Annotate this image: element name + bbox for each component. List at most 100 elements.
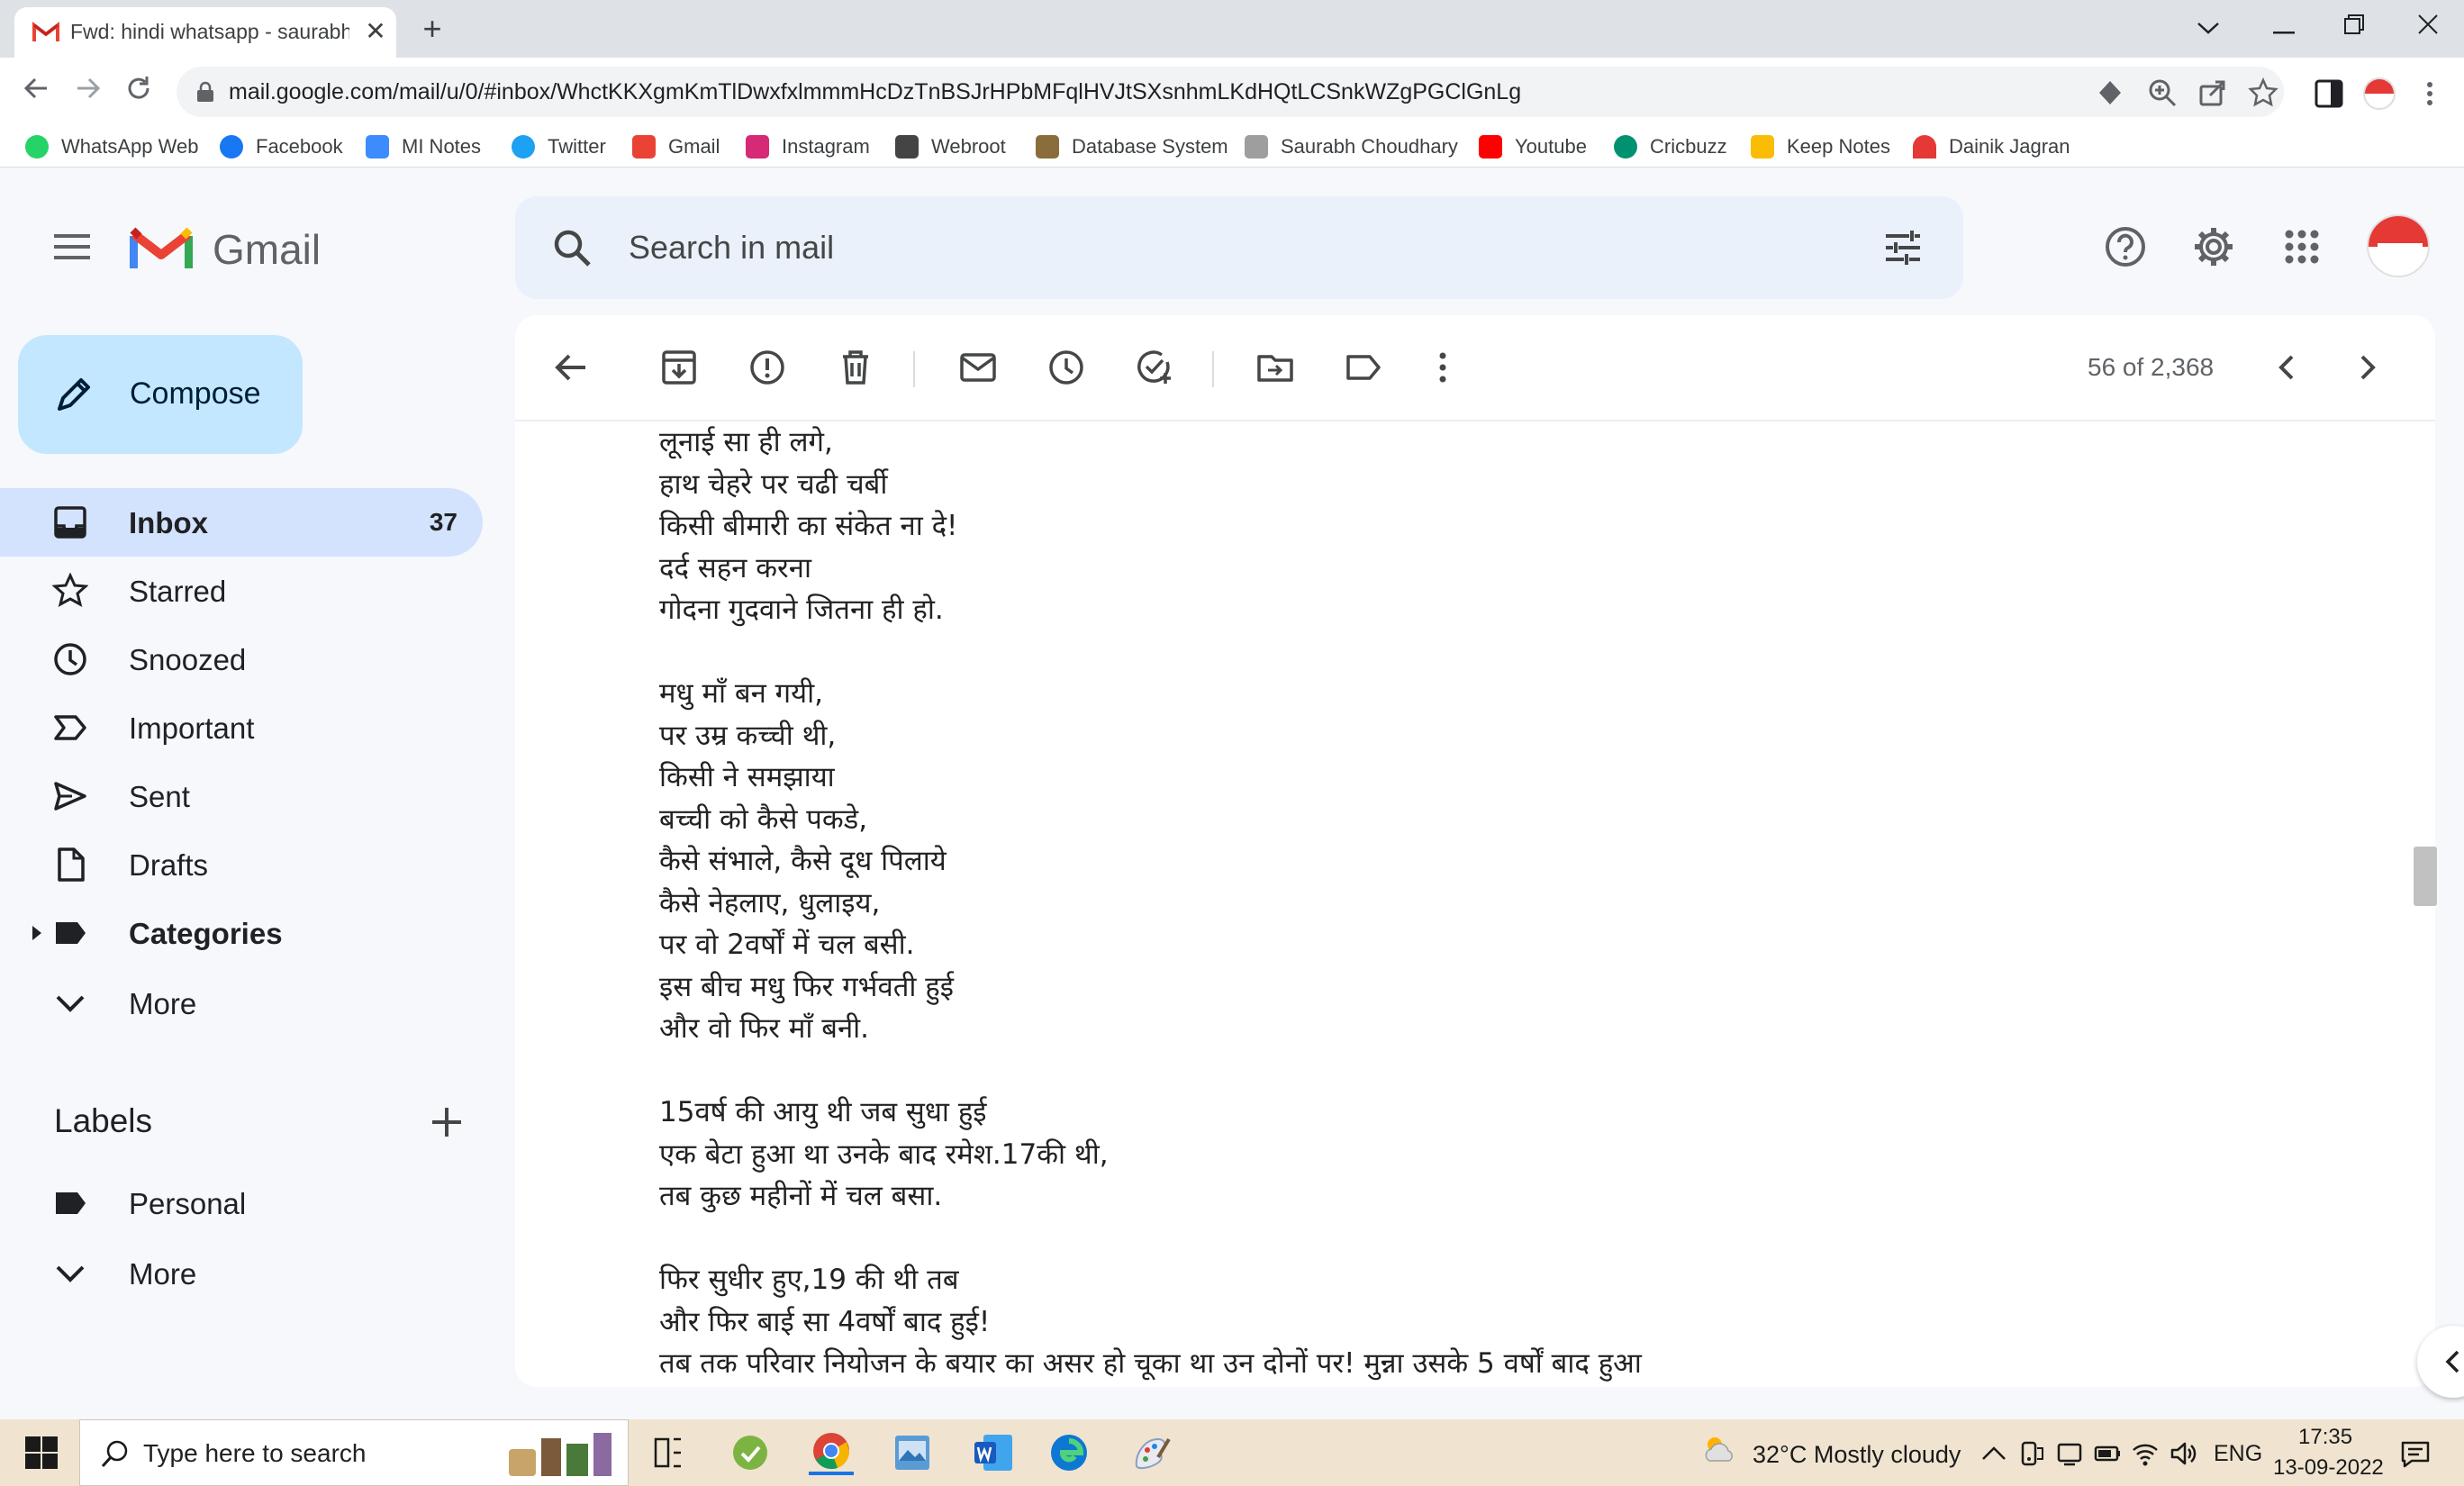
add-to-tasks-icon[interactable]: [1135, 348, 1174, 387]
nav-drafts[interactable]: Drafts: [0, 830, 483, 899]
older-chevron-icon[interactable]: [2347, 348, 2387, 387]
nav-sent[interactable]: Sent: [0, 762, 483, 830]
label-as-icon[interactable]: [1344, 348, 1383, 387]
input-language[interactable]: ENG: [2214, 1441, 2262, 1467]
email-line: और फिर बाई सा 4वर्षों बाद हुई!: [659, 1305, 991, 1338]
nav-snoozed[interactable]: Snoozed: [0, 625, 483, 693]
expand-arrow-icon[interactable]: [31, 924, 43, 942]
bookmark-gmail[interactable]: Gmail: [632, 131, 720, 162]
gmail-logo-icon[interactable]: [130, 223, 193, 272]
mail-search-bar[interactable]: Search in mail: [515, 196, 1963, 299]
draft-icon: [58, 847, 85, 882]
tab-search-chevron-icon[interactable]: [2183, 7, 2233, 47]
gmail-icon: [632, 135, 656, 159]
nav-categories[interactable]: Categories: [0, 899, 483, 967]
site-shield-icon[interactable]: [2095, 77, 2125, 108]
side-panel-icon[interactable]: [2313, 77, 2345, 110]
minimize-icon[interactable]: [2259, 7, 2309, 47]
back-to-inbox-icon[interactable]: [551, 348, 591, 387]
device-icon[interactable]: [2055, 1439, 2084, 1468]
report-spam-icon[interactable]: [747, 348, 787, 387]
bookmark-cricbuzz[interactable]: Cricbuzz: [1614, 131, 1727, 162]
bookmark-youtube[interactable]: Youtube: [1479, 131, 1587, 162]
bookmark-webroot[interactable]: Webroot: [895, 131, 1006, 162]
more-options-icon[interactable]: [1423, 348, 1463, 387]
delete-icon[interactable]: [836, 348, 875, 387]
windows-start-icon[interactable]: [23, 1435, 59, 1471]
bookmark-whatsapp-web[interactable]: WhatsApp Web: [25, 131, 198, 162]
bookmark-instagram[interactable]: Instagram: [746, 131, 870, 162]
scrollbar-thumb[interactable]: [2414, 847, 2437, 906]
snooze-icon[interactable]: [1046, 348, 1086, 387]
new-tab-button[interactable]: +: [414, 11, 450, 47]
tasks-app-icon[interactable]: [728, 1430, 773, 1475]
bookmark-twitter[interactable]: Twitter: [512, 131, 606, 162]
profile-avatar-small[interactable]: [2363, 77, 2396, 110]
show-hidden-icons-chevron-icon[interactable]: [1979, 1439, 2008, 1468]
search-input[interactable]: Search in mail: [629, 229, 834, 267]
word-app-icon[interactable]: [971, 1430, 1016, 1475]
nav-label: Categories: [129, 917, 283, 950]
bookmark-keep-notes[interactable]: Keep Notes: [1751, 131, 1890, 162]
bookmark-facebook[interactable]: Facebook: [220, 131, 343, 162]
gmail-wordmark: Gmail: [213, 226, 322, 273]
task-view-icon[interactable]: [647, 1430, 692, 1475]
email-line: फिर सुधीर हुए,19 की थी तब: [659, 1264, 959, 1296]
archive-icon[interactable]: [659, 348, 699, 387]
weather-text[interactable]: 32°C Mostly cloudy: [1753, 1441, 1961, 1469]
email-line: लूनाई सा ही लगे,: [659, 426, 833, 458]
bookmark-database-system[interactable]: Database System: [1036, 131, 1228, 162]
photos-app-icon[interactable]: [890, 1430, 935, 1475]
labels-more[interactable]: More: [0, 1239, 483, 1308]
restore-icon[interactable]: [2329, 7, 2379, 47]
address-bar[interactable]: mail.google.com/mail/u/0/#inbox/WhctKKXg…: [177, 67, 2284, 117]
bookmark-saurabh-choudhary[interactable]: Saurabh Choudhary: [1245, 131, 1458, 162]
help-icon[interactable]: [2104, 225, 2147, 268]
back-icon[interactable]: [18, 74, 54, 110]
account-avatar[interactable]: [2367, 214, 2430, 277]
clock-date[interactable]: 13-09-2022: [2273, 1455, 2384, 1481]
add-label-icon[interactable]: [427, 1102, 467, 1142]
nav-label: More: [129, 987, 197, 1020]
zoom-icon[interactable]: [2147, 77, 2178, 108]
volume-icon[interactable]: [2169, 1439, 2197, 1468]
label-personal[interactable]: Personal: [0, 1169, 483, 1237]
mark-unread-icon[interactable]: [958, 348, 998, 387]
main-menu-icon[interactable]: [52, 231, 92, 263]
browser-toolbar: mail.google.com/mail/u/0/#inbox/WhctKKXg…: [0, 58, 2464, 126]
search-icon[interactable]: [551, 227, 593, 268]
compose-button[interactable]: Compose: [18, 335, 303, 454]
share-icon[interactable]: [2197, 77, 2228, 108]
search-options-icon[interactable]: [1882, 227, 1924, 268]
meet-now-icon[interactable]: [2017, 1439, 2046, 1468]
battery-icon[interactable]: [2093, 1439, 2122, 1468]
tab-close-icon[interactable]: ✕: [360, 16, 391, 47]
clock-time[interactable]: 17:35: [2298, 1425, 2352, 1450]
move-to-icon[interactable]: [1255, 348, 1295, 387]
nav-important[interactable]: Important: [0, 693, 483, 762]
taskbar-search-box[interactable]: Type here to search: [79, 1419, 629, 1486]
forward-icon[interactable]: [70, 74, 106, 110]
pagination-text: 56 of 2,368: [2088, 353, 2215, 381]
weather-cloud-icon[interactable]: [1702, 1432, 1738, 1468]
bookmark-mi-notes[interactable]: MI Notes: [366, 131, 481, 162]
paint-app-icon[interactable]: [1128, 1430, 1173, 1475]
nav-label: Important: [129, 711, 255, 745]
browser-tab-active[interactable]: Fwd: hindi whatsapp - saurabhch ✕: [14, 7, 396, 58]
close-window-icon[interactable]: [2403, 7, 2453, 47]
bookmark-star-icon[interactable]: [2248, 77, 2278, 108]
edge-app-icon[interactable]: [1046, 1430, 1092, 1475]
nav-more[interactable]: More: [0, 969, 483, 1037]
settings-gear-icon[interactable]: [2192, 225, 2235, 268]
newer-chevron-icon[interactable]: [2268, 348, 2307, 387]
twitter-icon: [512, 135, 535, 159]
nav-inbox[interactable]: Inbox 37: [0, 488, 483, 557]
notifications-icon[interactable]: [2399, 1437, 2432, 1470]
chrome-taskbar-button[interactable]: [809, 1430, 854, 1475]
nav-starred[interactable]: Starred: [0, 557, 483, 625]
bookmark-dainik-jagran[interactable]: Dainik Jagran: [1913, 131, 2070, 162]
reload-icon[interactable]: [121, 74, 157, 110]
apps-grid-icon[interactable]: [2280, 225, 2324, 268]
wifi-icon[interactable]: [2131, 1439, 2160, 1468]
browser-menu-icon[interactable]: [2414, 77, 2446, 110]
